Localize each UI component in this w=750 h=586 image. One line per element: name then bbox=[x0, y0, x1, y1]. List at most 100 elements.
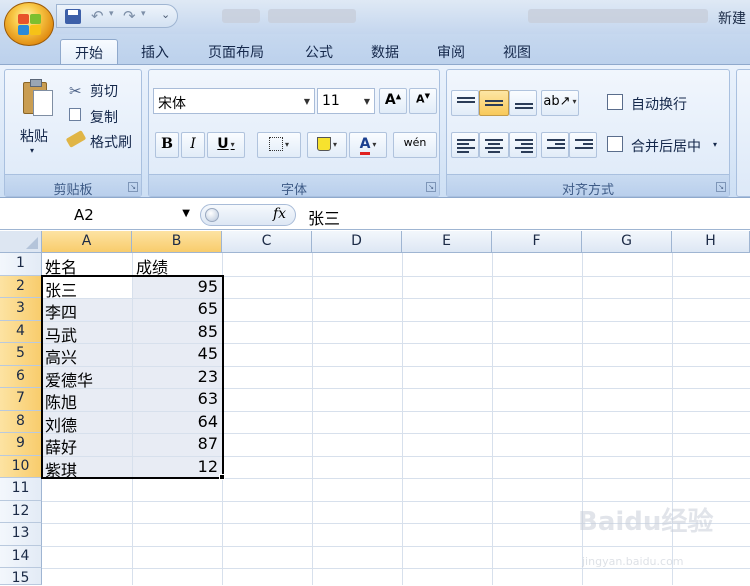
tab-page-layout[interactable]: 页面布局 bbox=[196, 39, 276, 64]
undo-icon[interactable]: ↶ bbox=[91, 7, 104, 25]
copy-button[interactable]: 复制 bbox=[90, 107, 118, 127]
row-header-4[interactable]: 4 bbox=[0, 320, 42, 343]
wrap-text-button[interactable]: 自动换行 bbox=[631, 94, 687, 114]
insert-function-button[interactable]: fx bbox=[273, 206, 286, 222]
column-header-h[interactable]: H bbox=[672, 231, 750, 253]
gridline bbox=[312, 253, 313, 585]
phonetic-button[interactable]: wén bbox=[393, 132, 437, 158]
font-size-select[interactable]: 11 ▼ bbox=[317, 88, 375, 114]
format-painter-icon[interactable] bbox=[65, 130, 87, 148]
column-header-b[interactable]: B bbox=[132, 231, 222, 253]
column-header-c[interactable]: C bbox=[222, 231, 312, 253]
align-center-icon bbox=[485, 139, 503, 155]
row-header-15[interactable]: 15 bbox=[0, 568, 42, 586]
column-header-f[interactable]: F bbox=[492, 231, 582, 253]
wrap-text-icon bbox=[607, 94, 623, 110]
row-header-6[interactable]: 6 bbox=[0, 365, 42, 388]
column-header-g[interactable]: G bbox=[582, 231, 672, 253]
paste-icon[interactable] bbox=[21, 78, 55, 118]
increase-indent-button[interactable] bbox=[569, 132, 597, 158]
decrease-indent-button[interactable] bbox=[541, 132, 569, 158]
cut-button[interactable]: 剪切 bbox=[90, 81, 118, 101]
borders-button[interactable]: ▾ bbox=[257, 132, 301, 158]
align-right-button[interactable] bbox=[509, 132, 537, 158]
cell-a1[interactable]: 姓名 bbox=[45, 253, 77, 277]
formula-input[interactable]: 张三 bbox=[308, 205, 340, 229]
chevron-down-icon: ▼ bbox=[303, 97, 310, 106]
tab-data[interactable]: 数据 bbox=[358, 39, 412, 64]
align-left-button[interactable] bbox=[451, 132, 479, 158]
italic-button[interactable]: I bbox=[181, 132, 205, 158]
undo-dropdown-icon[interactable]: ▾ bbox=[109, 9, 114, 19]
cell-b1[interactable]: 成绩 bbox=[136, 253, 168, 277]
number-group-partial bbox=[736, 69, 750, 197]
align-top-button[interactable] bbox=[451, 90, 479, 116]
alignment-launcher-icon[interactable]: ↘ bbox=[716, 182, 726, 192]
font-color-button[interactable]: A ▾ bbox=[349, 132, 387, 158]
font-color-glyph: A bbox=[359, 136, 371, 155]
formula-tools: fx bbox=[200, 204, 296, 226]
row-header-8[interactable]: 8 bbox=[0, 410, 42, 433]
clipboard-launcher-icon[interactable]: ↘ bbox=[128, 182, 138, 192]
column-header-a[interactable]: A bbox=[42, 231, 132, 253]
font-group-label: 字体 bbox=[149, 174, 439, 198]
font-name-select[interactable]: 宋体 ▼ bbox=[153, 88, 315, 114]
orientation-icon: ab↗ bbox=[543, 94, 571, 109]
align-bottom-button[interactable] bbox=[509, 90, 537, 116]
fill-handle[interactable] bbox=[219, 474, 225, 480]
align-middle-icon bbox=[485, 100, 503, 108]
merge-center-dropdown-icon[interactable]: ▾ bbox=[713, 140, 717, 149]
grow-font-button[interactable]: A▲ bbox=[379, 88, 407, 114]
row-header-11[interactable]: 11 bbox=[0, 478, 42, 501]
quick-access-toolbar: ↶ ▾ ↷ ▾ ⌄ bbox=[56, 4, 178, 28]
scissors-icon[interactable]: ✂ bbox=[69, 82, 85, 100]
row-header-3[interactable]: 3 bbox=[0, 298, 42, 321]
decrease-indent-icon bbox=[547, 139, 565, 151]
underline-button[interactable]: U ▾ bbox=[207, 132, 245, 158]
row-header-1[interactable]: 1 bbox=[0, 253, 42, 276]
tab-review[interactable]: 审阅 bbox=[424, 39, 478, 64]
font-launcher-icon[interactable]: ↘ bbox=[426, 182, 436, 192]
align-middle-button[interactable] bbox=[479, 90, 509, 116]
column-header-d[interactable]: D bbox=[312, 231, 402, 253]
row-header-12[interactable]: 12 bbox=[0, 500, 42, 523]
orientation-button[interactable]: ab↗ ▾ bbox=[541, 90, 579, 116]
tab-insert[interactable]: 插入 bbox=[128, 39, 182, 64]
paint-bucket-icon bbox=[316, 137, 331, 151]
chevron-down-icon[interactable]: ▼ bbox=[182, 208, 190, 219]
format-painter-button[interactable]: 格式刷 bbox=[90, 132, 132, 152]
row-header-10[interactable]: 10 bbox=[0, 455, 42, 478]
tab-formulas[interactable]: 公式 bbox=[292, 39, 346, 64]
row-header-14[interactable]: 14 bbox=[0, 545, 42, 568]
worksheet-grid[interactable]: A B C D E F G H 1 2 3 4 5 6 7 8 9 10 11 … bbox=[0, 231, 750, 586]
expand-icon[interactable] bbox=[205, 208, 219, 222]
title-bar: ↶ ▾ ↷ ▾ ⌄ 新建 bbox=[0, 0, 750, 34]
select-all-button[interactable] bbox=[0, 231, 42, 253]
row-header-7[interactable]: 7 bbox=[0, 388, 42, 411]
redo-icon[interactable]: ↷ bbox=[123, 7, 136, 25]
column-header-e[interactable]: E bbox=[402, 231, 492, 253]
row-header-2[interactable]: 2 bbox=[0, 275, 42, 298]
fill-color-button[interactable]: ▾ bbox=[307, 132, 347, 158]
bold-button[interactable]: B bbox=[155, 132, 179, 158]
align-right-icon bbox=[515, 139, 533, 155]
name-box[interactable]: A2 ▼ bbox=[2, 204, 198, 226]
row-header-13[interactable]: 13 bbox=[0, 523, 42, 546]
row-header-5[interactable]: 5 bbox=[0, 343, 42, 366]
paste-button[interactable]: 粘贴 bbox=[20, 126, 48, 146]
customize-toolbar-icon[interactable]: ⌄ bbox=[161, 8, 170, 21]
tab-view[interactable]: 视图 bbox=[490, 39, 544, 64]
office-button[interactable] bbox=[4, 2, 54, 46]
merge-center-button[interactable]: 合并后居中 bbox=[631, 136, 701, 156]
tab-home[interactable]: 开始 bbox=[60, 39, 118, 64]
save-icon[interactable] bbox=[65, 9, 81, 24]
merge-center-icon bbox=[607, 136, 623, 152]
redo-dropdown-icon[interactable]: ▾ bbox=[141, 9, 146, 19]
alignment-group: ab↗ ▾ 自动换行 合并后居中 ▾ 对齐方式 ↘ bbox=[446, 69, 730, 198]
paste-dropdown-icon[interactable]: ▾ bbox=[30, 146, 34, 155]
shrink-font-button[interactable]: A▼ bbox=[409, 88, 437, 114]
row-header-9[interactable]: 9 bbox=[0, 433, 42, 456]
align-center-button[interactable] bbox=[479, 132, 509, 158]
increase-indent-icon bbox=[575, 139, 593, 151]
copy-icon[interactable] bbox=[69, 108, 81, 121]
